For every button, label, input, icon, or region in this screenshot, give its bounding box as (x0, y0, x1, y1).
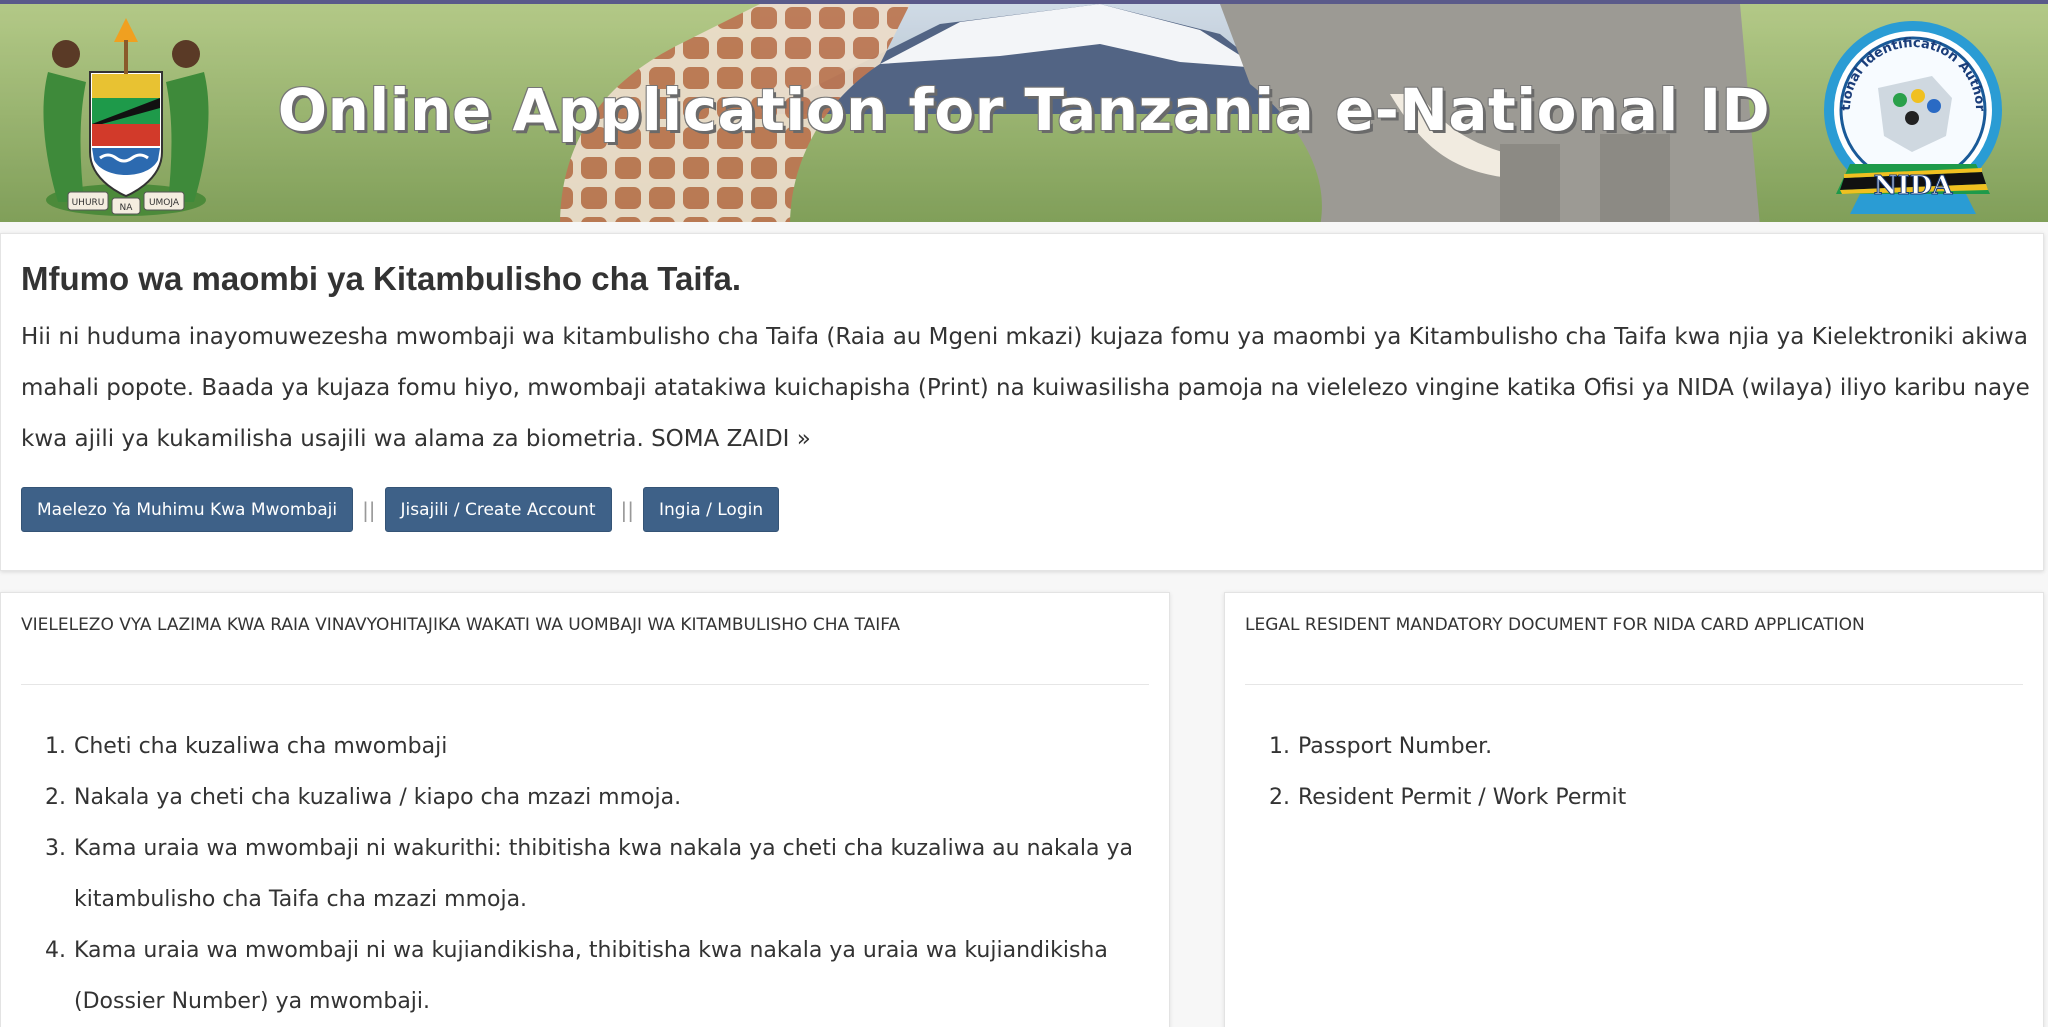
applicant-info-button[interactable]: Maelezo Ya Muhimu Kwa Mwombaji (21, 487, 354, 532)
coat-motto-1: UHURU (72, 198, 105, 208)
action-buttons: Maelezo Ya Muhimu Kwa Mwombaji || Jisaji… (21, 487, 780, 532)
banner-title: Online Application for Tanzania e-Nation… (277, 76, 1771, 144)
list-item-number: 2. (1269, 785, 1290, 810)
list-item-text: Resident Permit / Work Permit (1298, 785, 1627, 810)
coat-motto-2: NA (120, 203, 134, 213)
button-separator: || (362, 497, 376, 522)
list-item-number: 3. (45, 836, 66, 861)
coat-motto-3: UMOJA (149, 198, 180, 208)
list-item: 4. Kama uraia wa mwombaji ni wa kujiandik… (21, 925, 1141, 1027)
divider (1245, 684, 2023, 685)
list-item: 1. Cheti cha kuzaliwa cha mwombaji (21, 721, 1141, 772)
list-item-text: Cheti cha kuzaliwa cha mwombaji (74, 734, 448, 759)
login-button[interactable]: Ingia / Login (643, 487, 780, 532)
page: UHURU NA UMOJA Online Application for Ta… (0, 0, 2048, 1027)
resident-documents-list: 1. Passport Number. 2. Resident Permit / W… (1245, 721, 2005, 823)
resident-documents-heading: LEGAL RESIDENT MANDATORY DOCUMENT FOR NI… (1245, 615, 1865, 635)
read-more-link[interactable]: SOMA ZAIDI » (651, 426, 811, 452)
list-item-number: 1. (45, 734, 66, 759)
citizen-documents-heading: VIELELEZO VYA LAZIMA KWA RAIA VINAVYOHIT… (21, 615, 901, 635)
nida-band-text: NIDA (1874, 171, 1953, 201)
button-separator: || (620, 497, 634, 522)
list-item-text: Nakala ya cheti cha kuzaliwa / kiapo cha… (74, 785, 682, 810)
list-item-number: 2. (45, 785, 66, 810)
create-account-button[interactable]: Jisajili / Create Account (384, 487, 612, 532)
list-item-text: Kama uraia wa mwombaji ni wa kujiandikis… (74, 938, 1108, 1014)
list-item: 2. Resident Permit / Work Permit (1245, 772, 2005, 823)
citizen-documents-list: 1. Cheti cha kuzaliwa cha mwombaji 2. Naka… (21, 721, 1141, 1027)
intro-description-text: Hii ni huduma inayomuwezesha mwombaji wa… (21, 324, 2030, 452)
list-item: 1. Passport Number. (1245, 721, 2005, 772)
divider (21, 684, 1149, 685)
citizen-documents-card: VIELELEZO VYA LAZIMA KWA RAIA VINAVYOHIT… (0, 592, 1170, 1027)
resident-documents-card: LEGAL RESIDENT MANDATORY DOCUMENT FOR NI… (1224, 592, 2044, 1027)
list-item-number: 1. (1269, 734, 1290, 759)
list-item-text: Kama uraia wa mwombaji ni wakurithi: thi… (74, 836, 1133, 912)
header-banner: UHURU NA UMOJA Online Application for Ta… (0, 0, 2048, 222)
list-item-text: Passport Number. (1298, 734, 1493, 759)
intro-title: Mfumo wa maombi ya Kitambulisho cha Taif… (21, 260, 742, 297)
intro-panel: Mfumo wa maombi ya Kitambulisho cha Taif… (0, 233, 2044, 571)
intro-description: Hii ni huduma inayomuwezesha mwombaji wa… (21, 312, 2031, 465)
list-item-number: 4. (45, 938, 66, 963)
nida-logo-icon: National Identification Authority NIDA (1820, 18, 2002, 214)
list-item: 3. Kama uraia wa mwombaji ni wakurithi: t… (21, 823, 1141, 925)
list-item: 2. Nakala ya cheti cha kuzaliwa / kiapo c… (21, 772, 1141, 823)
